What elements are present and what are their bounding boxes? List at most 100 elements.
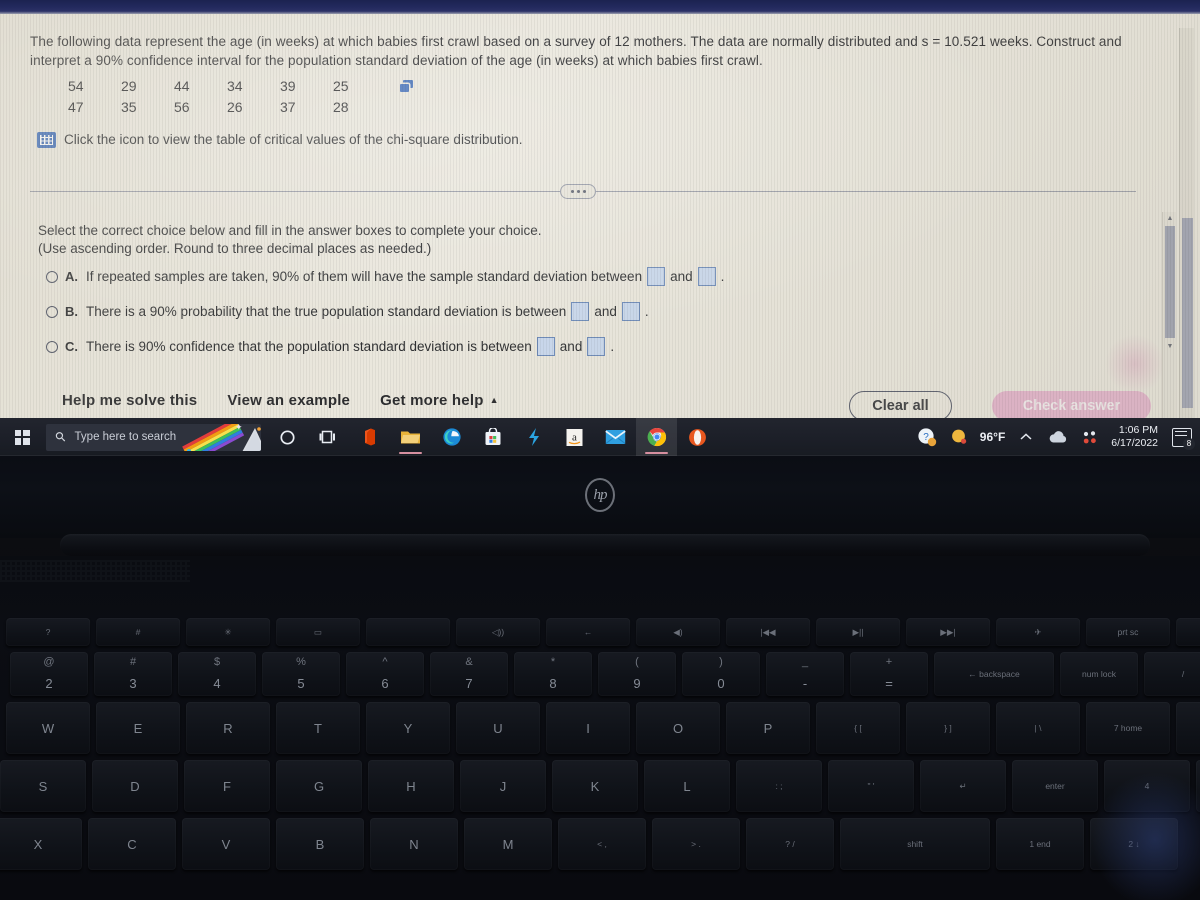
- key-4[interactable]: $4: [178, 652, 256, 696]
- meet-now-icon[interactable]: [1079, 426, 1101, 448]
- page-scrollbar-thumb[interactable]: [1182, 218, 1193, 408]
- radio-button-b[interactable]: [46, 305, 58, 318]
- key-l[interactable]: L: [644, 760, 730, 812]
- key-f[interactable]: F: [184, 760, 270, 812]
- key-v[interactable]: V: [182, 818, 270, 870]
- answer-input-c1[interactable]: [536, 337, 555, 356]
- key-return[interactable]: ↵: [920, 760, 1006, 812]
- check-answer-button[interactable]: Check answer: [992, 391, 1151, 418]
- key-quote[interactable]: " ': [828, 760, 914, 812]
- key-d[interactable]: D: [92, 760, 178, 812]
- weather-temperature[interactable]: 96°F: [980, 430, 1005, 444]
- key-j[interactable]: J: [460, 760, 546, 812]
- choice-option-b[interactable]: B. There is a 90% probability that the t…: [46, 302, 1126, 321]
- file-explorer-icon[interactable]: [390, 418, 431, 456]
- scroll-down-icon[interactable]: ▼: [1163, 340, 1177, 353]
- answer-input-a2[interactable]: [697, 267, 716, 286]
- key-numpad-7[interactable]: 7 home: [1086, 702, 1170, 754]
- key-numpad-8[interactable]: 8 ↑: [1176, 702, 1200, 754]
- key-f2[interactable]: #: [95, 618, 181, 646]
- answer-input-b1[interactable]: [571, 302, 590, 321]
- key-equals[interactable]: + =: [850, 652, 928, 696]
- question-mark-icon[interactable]: ?: [916, 426, 938, 448]
- key-m[interactable]: M: [464, 818, 552, 870]
- key-y[interactable]: Y: [366, 702, 450, 754]
- key-6[interactable]: ^ 6: [346, 652, 424, 696]
- key-f7[interactable]: ←: [545, 618, 631, 646]
- office-icon[interactable]: [349, 418, 390, 456]
- choice-option-a[interactable]: A. If repeated samples are taken, 90% of…: [46, 267, 1126, 286]
- table-grid-icon[interactable]: [38, 132, 55, 147]
- key-f8[interactable]: ◀): [635, 618, 721, 646]
- key-8[interactable]: * 8: [514, 652, 592, 696]
- key-5[interactable]: % 5: [262, 652, 340, 696]
- key-c[interactable]: C: [88, 818, 176, 870]
- key-2[interactable]: @2: [10, 652, 88, 696]
- divider-ellipsis-button[interactable]: [560, 184, 596, 199]
- key-semicolon[interactable]: : ;: [736, 760, 822, 812]
- key-9[interactable]: (9: [598, 652, 676, 696]
- answer-input-a1[interactable]: [647, 267, 666, 286]
- key-period[interactable]: > .: [652, 818, 740, 870]
- answer-input-b2[interactable]: [621, 302, 640, 321]
- mail-icon[interactable]: [595, 418, 636, 456]
- google-chrome-icon[interactable]: [636, 418, 677, 456]
- microsoft-store-icon[interactable]: [472, 418, 513, 456]
- key-f11[interactable]: ▶▶|: [905, 618, 991, 646]
- copy-icon[interactable]: [400, 80, 413, 92]
- opera-icon[interactable]: [677, 418, 718, 456]
- key-print-screen[interactable]: prt sc: [1085, 618, 1171, 646]
- key-p[interactable]: P: [726, 702, 810, 754]
- microsoft-edge-icon[interactable]: [431, 418, 472, 456]
- task-view-icon[interactable]: [308, 418, 349, 456]
- key-f3[interactable]: ✳: [185, 618, 271, 646]
- key-w[interactable]: W: [6, 702, 90, 754]
- key-g[interactable]: G: [276, 760, 362, 812]
- onedrive-icon[interactable]: [1047, 426, 1069, 448]
- key-backslash[interactable]: | \: [996, 702, 1080, 754]
- answer-input-c2[interactable]: [587, 337, 606, 356]
- view-an-example-button[interactable]: View an example: [227, 392, 350, 409]
- key-num-lock[interactable]: num lock: [1060, 652, 1138, 696]
- clock[interactable]: 1:06 PM 6/17/2022: [1111, 424, 1162, 450]
- key-o[interactable]: O: [636, 702, 720, 754]
- key-7[interactable]: & 7: [430, 652, 508, 696]
- key-f10[interactable]: ▶||: [815, 618, 901, 646]
- key-slash[interactable]: ? /: [746, 818, 834, 870]
- key-minus[interactable]: _ -: [766, 652, 844, 696]
- key-shift-right[interactable]: shift: [840, 818, 990, 870]
- key-3[interactable]: #3: [94, 652, 172, 696]
- key-numpad-1[interactable]: 1 end: [996, 818, 1084, 870]
- key-f9[interactable]: |◀◀: [725, 618, 811, 646]
- chi-square-table-link[interactable]: Click the icon to view the table of crit…: [38, 132, 522, 147]
- search-input[interactable]: ⚲ Type here to search ✦: [46, 423, 261, 451]
- key-e[interactable]: E: [96, 702, 180, 754]
- key-k[interactable]: K: [552, 760, 638, 812]
- key-bracket-right[interactable]: } ]: [906, 702, 990, 754]
- sun-icon[interactable]: [948, 426, 970, 448]
- key-comma[interactable]: < ,: [558, 818, 646, 870]
- inner-scrollbar-thumb[interactable]: [1165, 226, 1175, 338]
- page-scrollbar[interactable]: ▼: [1179, 28, 1194, 418]
- get-more-help-button[interactable]: Get more help ▲: [380, 392, 499, 409]
- key-n[interactable]: N: [370, 818, 458, 870]
- key-bracket-left[interactable]: { [: [816, 702, 900, 754]
- key-0[interactable]: ) 0: [682, 652, 760, 696]
- amazon-icon[interactable]: a: [554, 418, 595, 456]
- key-backspace[interactable]: ← backspace: [934, 652, 1054, 696]
- chevron-up-icon[interactable]: [1015, 426, 1037, 448]
- key-delete[interactable]: delete: [1175, 618, 1200, 646]
- key-h[interactable]: H: [368, 760, 454, 812]
- key-f6[interactable]: ◁)): [455, 618, 541, 646]
- key-t[interactable]: T: [276, 702, 360, 754]
- help-me-solve-this-button[interactable]: Help me solve this: [62, 392, 197, 409]
- key-x[interactable]: X: [0, 818, 82, 870]
- key-f1[interactable]: ?: [5, 618, 91, 646]
- key-f5[interactable]: [365, 618, 451, 646]
- key-f4[interactable]: ▭: [275, 618, 361, 646]
- radio-button-c[interactable]: [46, 340, 58, 353]
- clear-all-button[interactable]: Clear all: [849, 391, 952, 418]
- key-b[interactable]: B: [276, 818, 364, 870]
- key-f12[interactable]: ✈: [995, 618, 1081, 646]
- notifications-icon[interactable]: 8: [1172, 427, 1195, 450]
